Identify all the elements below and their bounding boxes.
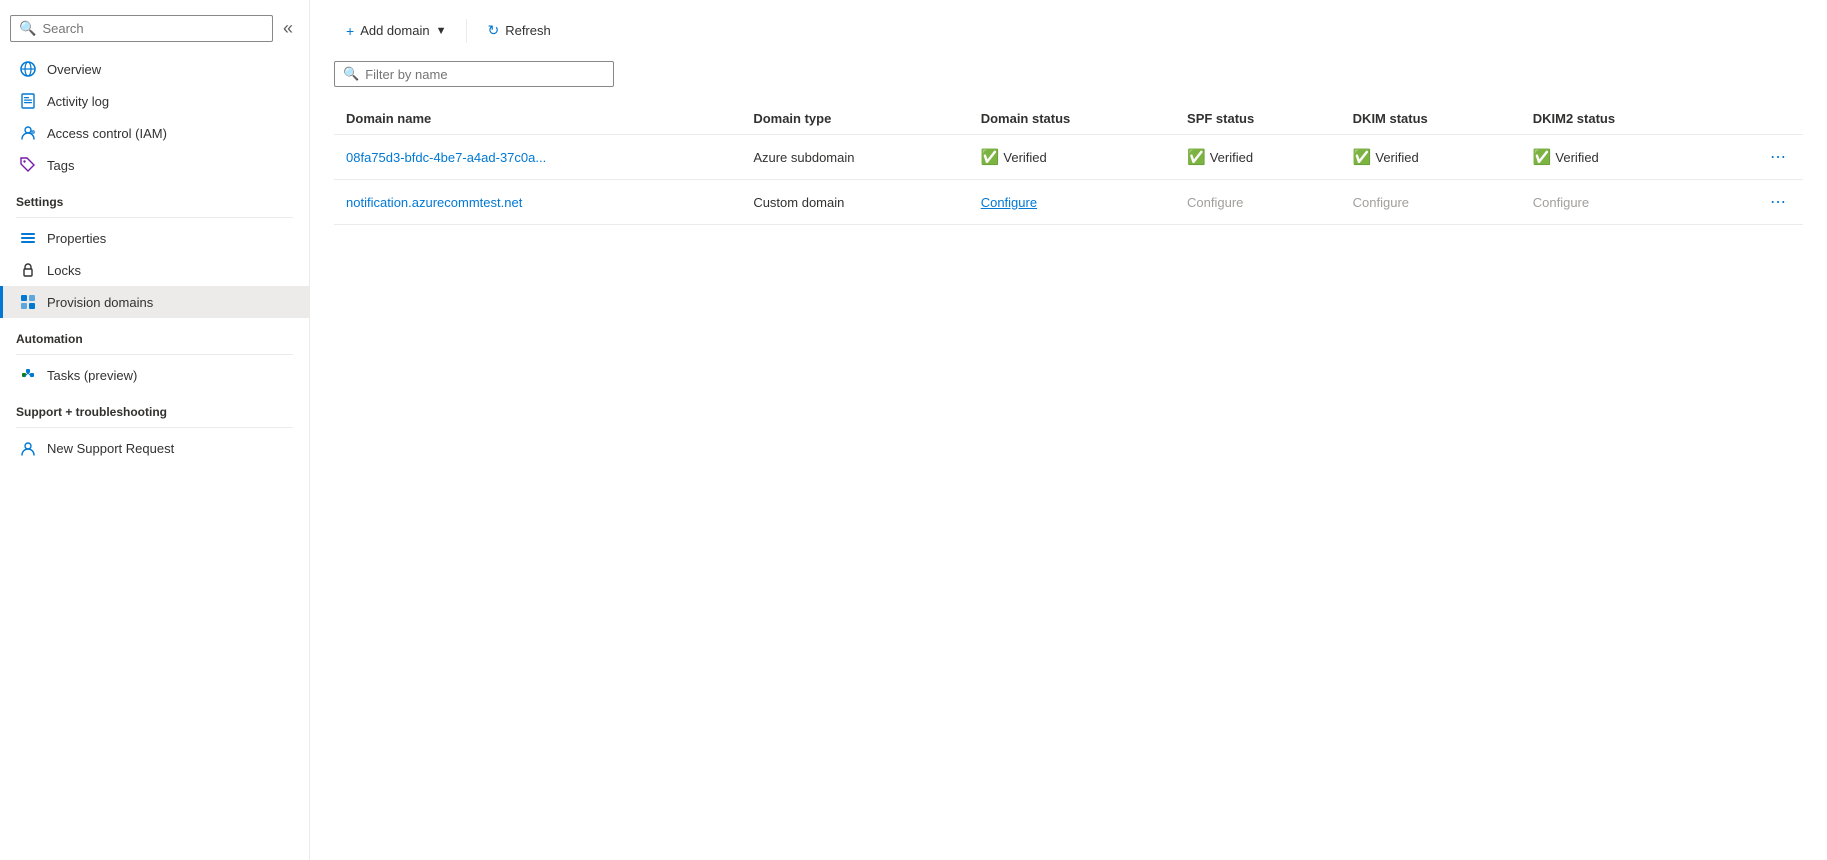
- section-header-support: Support + troubleshooting: [0, 391, 309, 423]
- sidebar-item-overview[interactable]: Overview: [0, 53, 309, 85]
- sidebar-item-properties[interactable]: Properties: [0, 222, 309, 254]
- search-icon: 🔍: [19, 20, 36, 37]
- status-verified: ✅Verified: [1187, 148, 1329, 166]
- search-input[interactable]: [42, 21, 264, 36]
- col-dkim-status: DKIM status: [1341, 103, 1521, 135]
- col-dkim2-status: DKIM2 status: [1521, 103, 1714, 135]
- section-header-settings: Settings: [0, 181, 309, 213]
- verified-icon: ✅: [1533, 148, 1552, 166]
- row-more-button[interactable]: ⋯: [1766, 145, 1791, 169]
- refresh-icon: ↻: [487, 22, 499, 39]
- chevron-down-icon: ▼: [436, 25, 447, 37]
- tag-icon: [19, 156, 37, 174]
- domain-name-link[interactable]: 08fa75d3-bfdc-4be7-a4ad-37c0a...: [346, 150, 546, 165]
- cell-dkim2-status: ✅Verified: [1521, 135, 1714, 180]
- col-domain-name: Domain name: [334, 103, 741, 135]
- sidebar: 🔍 « Overview Activity log: [0, 0, 310, 860]
- status-verified: ✅Verified: [1533, 148, 1702, 166]
- sidebar-item-label: Tasks (preview): [47, 368, 137, 383]
- configure-gray: Configure: [1187, 195, 1243, 210]
- sidebar-item-new-support[interactable]: New Support Request: [0, 432, 309, 464]
- section-header-automation: Automation: [0, 318, 309, 350]
- status-verified: ✅Verified: [1353, 148, 1509, 166]
- sidebar-item-label: New Support Request: [47, 441, 174, 456]
- sidebar-item-provision-domains[interactable]: Provision domains: [0, 286, 309, 318]
- table-body: 08fa75d3-bfdc-4be7-a4ad-37c0a... Azure su…: [334, 135, 1803, 225]
- col-domain-status: Domain status: [969, 103, 1175, 135]
- sidebar-item-label: Activity log: [47, 94, 109, 109]
- cell-spf-status: Configure: [1175, 180, 1341, 225]
- sidebar-item-tags[interactable]: Tags: [0, 149, 309, 181]
- filter-bar[interactable]: 🔍: [334, 61, 614, 87]
- sidebar-search-row: 🔍 «: [10, 14, 299, 43]
- sidebar-item-locks[interactable]: Locks: [0, 254, 309, 286]
- status-verified: ✅Verified: [981, 148, 1163, 166]
- section-divider-automation: [16, 354, 293, 355]
- iam-icon: [19, 124, 37, 142]
- main-content: + Add domain ▼ ↻ Refresh 🔍 Domain name D…: [310, 0, 1827, 860]
- row-more-button[interactable]: ⋯: [1766, 190, 1791, 214]
- collapse-sidebar-button[interactable]: «: [277, 14, 299, 43]
- sidebar-item-label: Locks: [47, 263, 81, 278]
- refresh-label: Refresh: [505, 23, 551, 38]
- add-domain-button[interactable]: + Add domain ▼: [334, 17, 458, 45]
- sidebar-item-activity-log[interactable]: Activity log: [0, 85, 309, 117]
- cell-dkim2-status: Configure: [1521, 180, 1714, 225]
- verified-icon: ✅: [1353, 148, 1372, 166]
- lock-icon: [19, 261, 37, 279]
- domains-table: Domain name Domain type Domain status SP…: [334, 103, 1803, 225]
- configure-link[interactable]: Configure: [981, 195, 1037, 210]
- provision-icon: [19, 293, 37, 311]
- sidebar-search-box[interactable]: 🔍: [10, 15, 273, 42]
- tasks-icon: [19, 366, 37, 384]
- cell-domain-name[interactable]: 08fa75d3-bfdc-4be7-a4ad-37c0a...: [334, 135, 741, 180]
- configure-gray: Configure: [1353, 195, 1409, 210]
- globe-icon: [19, 60, 37, 78]
- verified-icon: ✅: [1187, 148, 1206, 166]
- sidebar-item-label: Provision domains: [47, 295, 153, 310]
- plus-icon: +: [346, 23, 354, 39]
- sidebar-item-access-control[interactable]: Access control (IAM): [0, 117, 309, 149]
- col-actions: [1714, 103, 1803, 135]
- support-icon: [19, 439, 37, 457]
- filter-search-icon: 🔍: [343, 66, 359, 82]
- cell-dkim-status: ✅Verified: [1341, 135, 1521, 180]
- table-header: Domain name Domain type Domain status SP…: [334, 103, 1803, 135]
- sidebar-item-tasks[interactable]: Tasks (preview): [0, 359, 309, 391]
- section-divider-support: [16, 427, 293, 428]
- section-divider: [16, 217, 293, 218]
- add-domain-label: Add domain: [360, 23, 429, 38]
- col-spf-status: SPF status: [1175, 103, 1341, 135]
- cell-more[interactable]: ⋯: [1714, 180, 1803, 225]
- cell-domain-type: Azure subdomain: [741, 135, 968, 180]
- col-domain-type: Domain type: [741, 103, 968, 135]
- cell-spf-status: ✅Verified: [1175, 135, 1341, 180]
- table-row: notification.azurecommtest.net Custom dom…: [334, 180, 1803, 225]
- sidebar-item-label: Tags: [47, 158, 74, 173]
- cell-domain-name[interactable]: notification.azurecommtest.net: [334, 180, 741, 225]
- domain-name-link[interactable]: notification.azurecommtest.net: [346, 195, 522, 210]
- verified-icon: ✅: [981, 148, 1000, 166]
- toolbar: + Add domain ▼ ↻ Refresh: [334, 16, 1803, 45]
- refresh-button[interactable]: ↻ Refresh: [475, 16, 562, 45]
- filter-input[interactable]: [365, 67, 605, 82]
- sidebar-item-label: Access control (IAM): [47, 126, 167, 141]
- table-row: 08fa75d3-bfdc-4be7-a4ad-37c0a... Azure su…: [334, 135, 1803, 180]
- sidebar-item-label: Properties: [47, 231, 106, 246]
- cell-dkim-status: Configure: [1341, 180, 1521, 225]
- cell-more[interactable]: ⋯: [1714, 135, 1803, 180]
- cell-domain-status: ✅Verified: [969, 135, 1175, 180]
- properties-icon: [19, 229, 37, 247]
- configure-gray: Configure: [1533, 195, 1589, 210]
- log-icon: [19, 92, 37, 110]
- cell-domain-status[interactable]: Configure: [969, 180, 1175, 225]
- sidebar-item-label: Overview: [47, 62, 101, 77]
- cell-domain-type: Custom domain: [741, 180, 968, 225]
- toolbar-separator: [466, 19, 467, 43]
